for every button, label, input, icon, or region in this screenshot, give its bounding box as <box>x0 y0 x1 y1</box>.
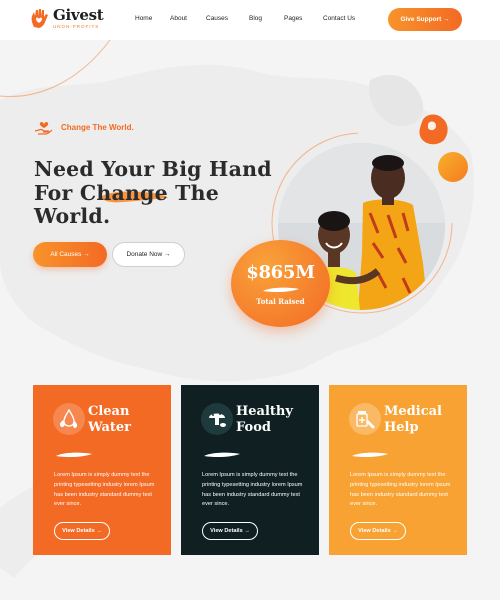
cause-card-healthy-food: Healthy Food Lorem Ipsum is simply dummy… <box>181 385 319 555</box>
view-details-button[interactable]: View Details → <box>202 522 258 540</box>
total-raised-label: Total Raised <box>256 296 305 306</box>
nav-pages[interactable]: Pages <box>284 15 302 22</box>
hero-title: Need Your Big Hand For Change The World. <box>34 157 274 229</box>
brush-underline-icon <box>262 287 299 292</box>
card-title-line-2: Food <box>236 420 271 435</box>
page: Givest UNON-PROFITS Home About Causes Bl… <box>0 0 500 600</box>
hand-logo-icon <box>31 9 48 28</box>
card-title-line-2: Help <box>384 420 419 435</box>
mushroom-food-icon <box>201 403 233 435</box>
card-title: Medical Help <box>384 404 464 436</box>
logo-name: Givest <box>53 5 104 24</box>
site-header: Givest UNON-PROFITS Home About Causes Bl… <box>0 0 500 40</box>
view-details-button[interactable]: View Details → <box>350 522 406 540</box>
card-title-line-1: Medical <box>384 404 442 419</box>
view-details-button[interactable]: View Details → <box>54 522 110 540</box>
hero-title-line-3: World. <box>34 204 111 228</box>
hero-tagline-text: Change The World. <box>61 122 134 132</box>
card-title-line-2: Water <box>88 420 132 435</box>
orange-dot-decoration <box>438 152 468 182</box>
all-causes-button[interactable]: All Causes → <box>33 242 107 267</box>
card-description: Lorem Ipsum is simply dummy text the pri… <box>350 472 451 508</box>
logo-tagline: UNON-PROFITS <box>53 23 100 29</box>
give-support-button[interactable]: Give Support → <box>388 8 462 31</box>
card-title: Healthy Food <box>236 404 316 436</box>
cause-card-medical-help: Medical Help Lorem Ipsum is simply dummy… <box>329 385 467 555</box>
nav-about[interactable]: About <box>170 15 187 22</box>
nav-contact-us[interactable]: Contact Us <box>323 15 355 22</box>
nav-causes[interactable]: Causes <box>206 15 228 22</box>
nav-blog[interactable]: Blog <box>249 15 262 22</box>
card-description: Lorem Ipsum is simply dummy text the pri… <box>202 472 303 508</box>
nav-home[interactable]: Home <box>135 15 152 22</box>
cause-card-clean-water: Clean Water Lorem Ipsum is simply dummy … <box>33 385 171 555</box>
donate-now-button[interactable]: Donate Now → <box>112 242 185 267</box>
hero-title-line-1: Need Your Big Hand <box>34 157 272 181</box>
brush-underline-icon <box>56 452 92 458</box>
card-description: Lorem Ipsum is simply dummy text the pri… <box>54 472 155 508</box>
total-raised-amount: $865M <box>246 261 315 283</box>
card-title-line-1: Healthy <box>236 404 293 419</box>
water-drops-icon <box>53 403 85 435</box>
orange-blob-decoration <box>419 114 448 145</box>
hero-tagline: Change The World. <box>34 118 134 136</box>
card-title-line-1: Clean <box>88 404 130 419</box>
brush-underline-icon <box>204 452 240 458</box>
heart-hand-icon <box>34 121 53 135</box>
brush-underline-icon <box>352 452 388 458</box>
medicine-icon <box>349 403 381 435</box>
logo[interactable]: Givest UNON-PROFITS <box>30 5 104 29</box>
total-raised-badge: $865M Total Raised <box>231 240 330 327</box>
card-title: Clean Water <box>88 404 168 436</box>
hero-title-line-2: For Change The <box>34 180 219 205</box>
